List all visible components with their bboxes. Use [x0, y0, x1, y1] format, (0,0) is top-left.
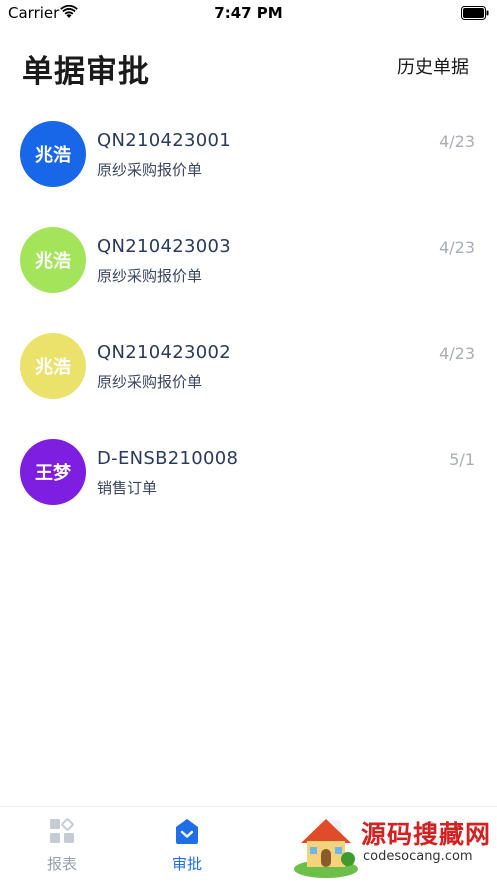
tab-bar: 报表 审批 源码搜藏网 codesocang.com: [0, 806, 497, 883]
tab-approval[interactable]: 审批: [137, 817, 237, 874]
tab-report[interactable]: 报表: [12, 817, 112, 874]
document-number: QN210423003: [97, 236, 232, 257]
avatar: 兆浩: [20, 121, 86, 187]
status-time: 7:47 PM: [214, 4, 283, 22]
avatar: 兆浩: [20, 227, 86, 293]
document-type: 原纱采购报价单: [97, 373, 203, 391]
document-date: 5/1: [449, 450, 475, 469]
battery-icon: [461, 5, 489, 24]
approval-list: 兆浩 QN210423001 原纱采购报价单 4/23 兆浩 QN2104230…: [0, 106, 497, 530]
list-item[interactable]: 王梦 D-ENSB210008 销售订单 5/1: [0, 424, 497, 530]
page-title: 单据审批: [22, 54, 150, 90]
document-number: QN210423002: [97, 342, 232, 363]
document-type: 原纱采购报价单: [97, 161, 203, 179]
watermark-url: codesocang.com: [363, 849, 473, 864]
tab-label: 报表: [46, 855, 77, 873]
avatar: 王梦: [20, 439, 86, 505]
list-item[interactable]: 兆浩 QN210423002 原纱采购报价单 4/23: [0, 318, 497, 424]
tab-label: 审批: [171, 855, 202, 873]
status-bar: Carrier 7:47 PM: [0, 0, 497, 26]
list-item[interactable]: 兆浩 QN210423001 原纱采购报价单 4/23: [0, 106, 497, 212]
document-date: 4/23: [439, 238, 475, 257]
list-item[interactable]: 兆浩 QN210423003 原纱采购报价单 4/23: [0, 212, 497, 318]
document-number: D-ENSB210008: [97, 448, 239, 469]
document-type: 销售订单: [97, 479, 158, 497]
grid-icon: [12, 817, 112, 849]
watermark: 源码搜藏网 codesocang.com: [293, 809, 493, 879]
document-type: 原纱采购报价单: [97, 267, 203, 285]
document-number: QN210423001: [97, 130, 232, 151]
document-date: 4/23: [439, 344, 475, 363]
avatar: 兆浩: [20, 333, 86, 399]
history-documents-button[interactable]: 历史单据: [397, 53, 469, 79]
house-logo-icon: [293, 809, 359, 883]
document-date: 4/23: [439, 132, 475, 151]
approval-inbox-icon: [137, 817, 237, 849]
watermark-text: 源码搜藏网: [361, 820, 492, 849]
